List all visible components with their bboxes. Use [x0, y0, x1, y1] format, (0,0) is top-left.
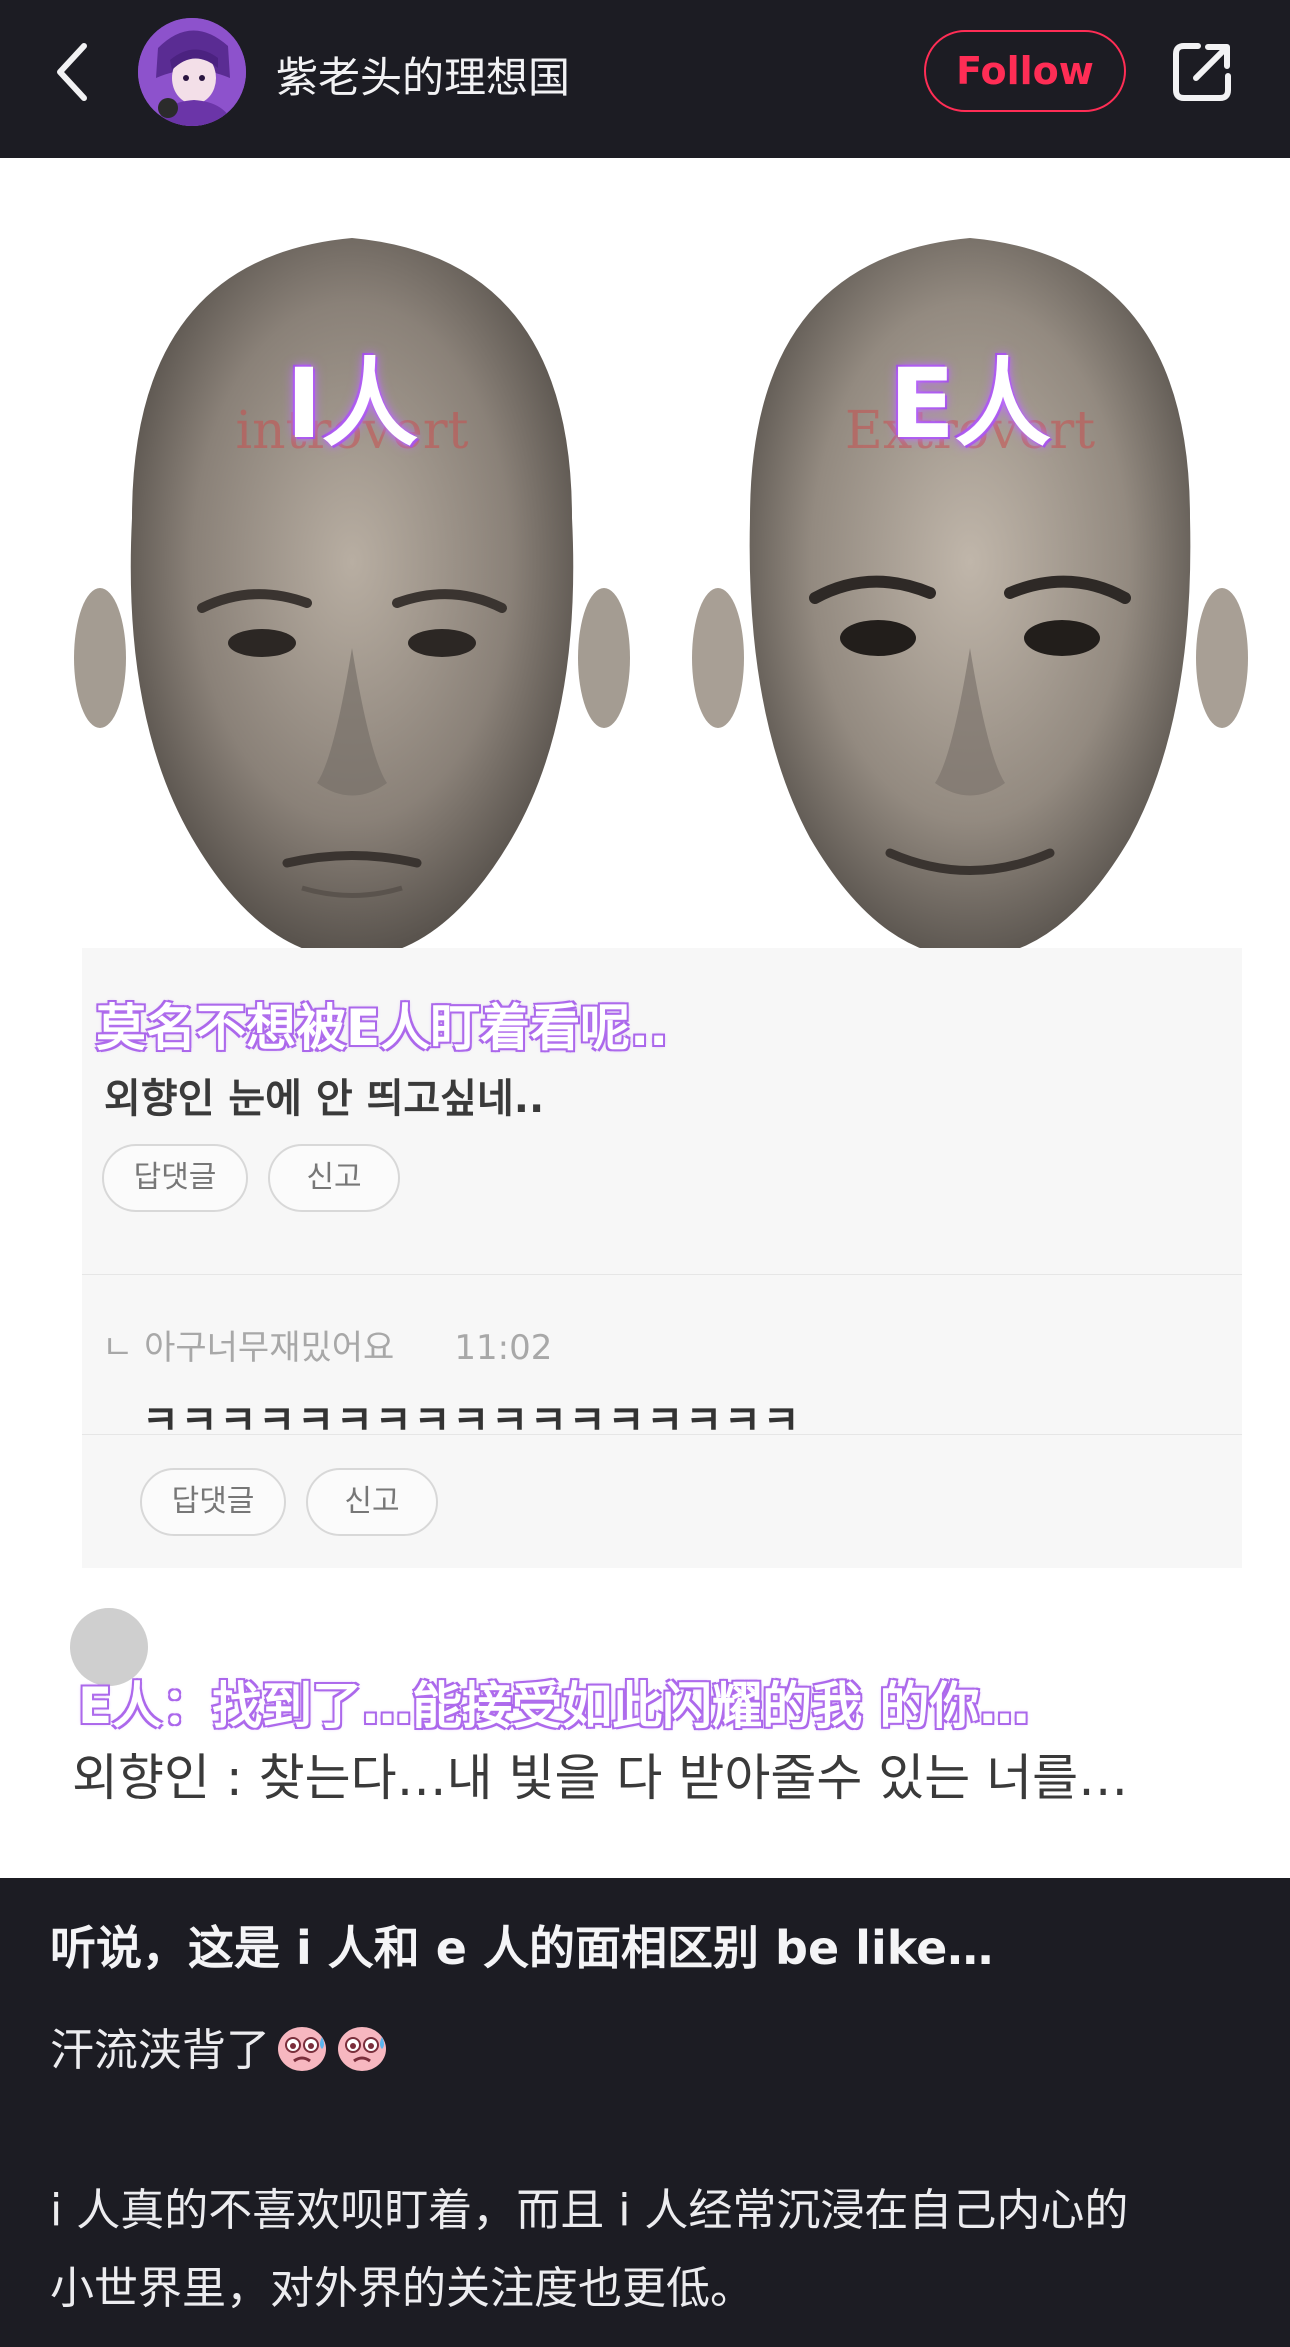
reply-pill-2: 답댓글: [140, 1468, 286, 1536]
sweating-face-icon: [338, 2027, 386, 2071]
caption-chinese-2: E人：找到了…能接受如此闪耀的我 的你…: [78, 1677, 1030, 1735]
share-button[interactable]: [1170, 40, 1234, 104]
post-line-2: i 人真的不喜欢呗盯着，而且 i 人经常沉浸在自己内心的: [50, 2185, 1129, 2236]
post-image[interactable]: introvert I人 Extrovert E人 莫名不想被E人盯着看呢.. …: [0, 158, 1290, 1878]
reply-text: ㅋㅋㅋㅋㅋㅋㅋㅋㅋㅋㅋㅋㅋㅋㅋㅋㅋ: [142, 1398, 802, 1444]
post-line-1: 汗流浃背了: [50, 2014, 390, 2078]
korean-comment-1: 외향인 눈에 안 띄고싶네..: [104, 1076, 545, 1122]
back-button[interactable]: [48, 36, 100, 108]
comment-screenshot: 莫名不想被E人盯着看呢.. 외향인 눈에 안 띄고싶네.. 답댓글 신고 ㄴ 아…: [82, 948, 1242, 1568]
chevron-left-icon: [57, 43, 87, 101]
reply-author-line: ㄴ 아구너무재밌어요 11:02: [102, 1320, 552, 1369]
extrovert-face: Extrovert E人: [690, 198, 1250, 1058]
username[interactable]: 紫老头的理想国: [276, 44, 570, 105]
reply-username: 아구너무재밌어요: [144, 1328, 395, 1368]
introvert-label: I人: [286, 348, 418, 460]
share-icon: [1173, 43, 1231, 101]
reply-indent-icon: ㄴ: [102, 1328, 145, 1368]
report-pill-2: 신고: [306, 1468, 438, 1536]
follow-button[interactable]: Follow: [924, 30, 1126, 112]
extrovert-label: E人: [889, 348, 1051, 460]
avatar-illustration: [138, 18, 246, 126]
post-title: 听说，这是 i 人和 e 人的面相区别 be like…: [50, 1921, 994, 1975]
introvert-face: introvert I人: [72, 198, 632, 1058]
avatar[interactable]: [138, 18, 246, 126]
reply-pill-1: 답댓글: [102, 1144, 248, 1212]
divider: [82, 1274, 1242, 1275]
reply-timestamp: 11:02: [454, 1328, 553, 1368]
korean-comment-2: 외향인 : 찾는다…내 빛을 다 받아줄수 있는 너를…: [72, 1749, 1129, 1807]
top-bar: 紫老头的理想国 Follow: [0, 0, 1290, 158]
post-line-3: 小世界里，对外界的关注度也更低。: [50, 2263, 754, 2314]
sweating-face-icon: [278, 2027, 326, 2071]
caption-chinese-1: 莫名不想被E人盯着看呢..: [96, 999, 669, 1057]
report-pill-1: 신고: [268, 1144, 400, 1212]
post-line-1-text: 汗流浃背了: [50, 2025, 270, 2076]
